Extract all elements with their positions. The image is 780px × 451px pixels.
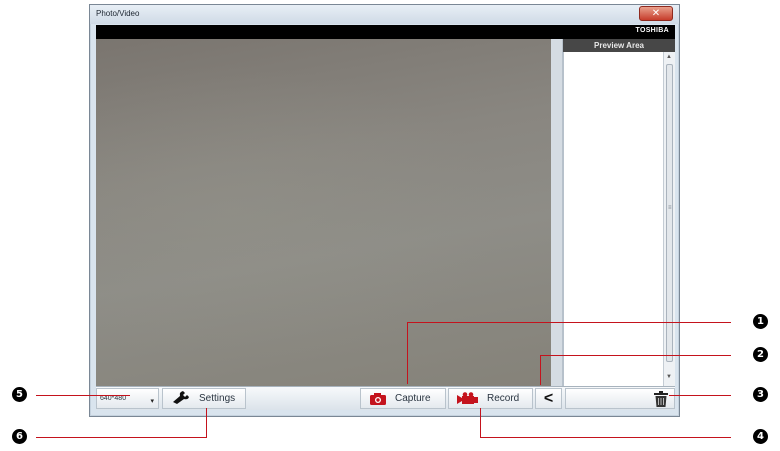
capture-button[interactable]: Capture: [360, 388, 446, 409]
callout-line-6: [206, 408, 207, 438]
close-button[interactable]: ✕: [639, 6, 673, 21]
preview-scrollbar[interactable]: ▲ ≡ ▼: [663, 52, 675, 386]
callout-line-2: [540, 355, 541, 385]
grip-icon: ≡: [668, 205, 672, 211]
video-camera-icon: [457, 391, 479, 406]
wrench-icon: [171, 388, 191, 409]
preview-area-panel: Preview Area ▲ ≡ ▼: [551, 39, 675, 386]
callout-3: 3: [753, 387, 768, 402]
preview-image: [96, 39, 551, 386]
camera-icon: [369, 392, 387, 406]
scroll-down-icon[interactable]: ▼: [666, 374, 672, 380]
brand-logo: TOSHIBA: [635, 27, 669, 34]
preview-area-header: Preview Area: [563, 39, 675, 52]
panel-edge: [551, 39, 563, 386]
callout-line-5: [36, 395, 130, 396]
settings-button[interactable]: Settings: [162, 388, 246, 409]
trash-icon: [654, 390, 668, 407]
record-button[interactable]: Record: [448, 388, 533, 409]
brand-bar: TOSHIBA: [96, 25, 675, 39]
callout-6: 6: [12, 429, 27, 444]
thumbnail-list[interactable]: [563, 52, 663, 386]
scroll-thumb[interactable]: ≡: [666, 64, 673, 362]
callout-4: 4: [753, 429, 768, 444]
collapse-panel-button[interactable]: <: [535, 388, 562, 409]
resolution-select[interactable]: 640*480 ▾: [96, 388, 159, 409]
capture-label: Capture: [395, 393, 431, 404]
window-title: Photo/Video: [96, 9, 140, 18]
settings-label: Settings: [199, 393, 236, 404]
callout-line-1: [407, 322, 731, 323]
callout-line-2: [540, 355, 731, 356]
resolution-value: 640*480: [100, 395, 127, 402]
record-label: Record: [487, 393, 520, 404]
callout-line-4: [480, 408, 481, 437]
callout-line-3: [669, 395, 731, 396]
bottom-toolbar: 640*480 ▾ Settings Capture Record <: [96, 386, 675, 410]
delete-button[interactable]: [565, 388, 675, 409]
callout-2: 2: [753, 347, 768, 362]
callout-line-6: [36, 437, 207, 438]
callout-line-4: [480, 437, 731, 438]
chevron-left-icon: <: [543, 389, 554, 407]
camera-preview: [96, 39, 551, 386]
callout-1: 1: [753, 314, 768, 329]
callout-5: 5: [12, 387, 27, 402]
chevron-down-icon: ▾: [150, 398, 154, 405]
title-bar: Photo/Video ✕: [90, 5, 679, 24]
callout-line-1: [407, 322, 408, 384]
scroll-up-icon[interactable]: ▲: [666, 54, 672, 60]
